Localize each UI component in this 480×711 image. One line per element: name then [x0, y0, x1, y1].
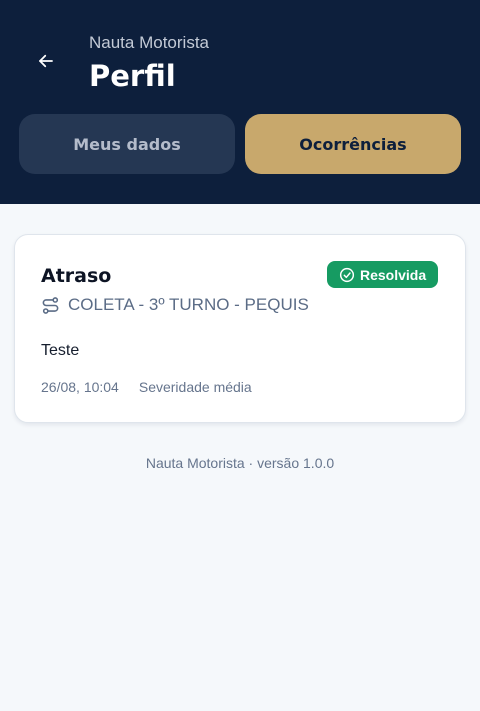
occurrence-title: Atraso: [41, 265, 112, 287]
route-label: COLETA - 3º TURNO - PEQUIS: [68, 295, 309, 314]
page-title: Perfil: [89, 59, 176, 93]
tab-meus-dados[interactable]: Meus dados: [19, 114, 235, 174]
occurrence-severity: Severidade média: [138, 379, 252, 395]
check-circle-icon: [339, 267, 355, 282]
back-button[interactable]: [30, 46, 62, 76]
tab-label: Ocorrências: [299, 134, 407, 154]
status-badge: Resolvida: [327, 261, 439, 288]
route-icon: [42, 296, 59, 314]
occurrence-card[interactable]: Atraso Resolvida COLETA - 3º TURNO - PEQ…: [14, 234, 466, 423]
tab-ocorrencias[interactable]: Ocorrências: [245, 114, 461, 174]
profile-header: Nauta Motorista Perfil Meus dados Ocorrê…: [0, 0, 480, 204]
tab-label: Meus dados: [73, 134, 181, 154]
arrow-left-icon: [39, 54, 53, 68]
status-label: Resolvida: [360, 266, 427, 283]
occurrence-description: Teste: [41, 342, 80, 359]
app-name: Nauta Motorista: [89, 33, 209, 52]
occurrence-meta: 26/08, 10:04 Severidade média: [41, 379, 252, 395]
route-row: COLETA - 3º TURNO - PEQUIS: [41, 295, 309, 315]
app-version: Nauta Motorista · versão 1.0.0: [145, 455, 335, 471]
occurrence-datetime: 26/08, 10:04: [41, 379, 119, 395]
